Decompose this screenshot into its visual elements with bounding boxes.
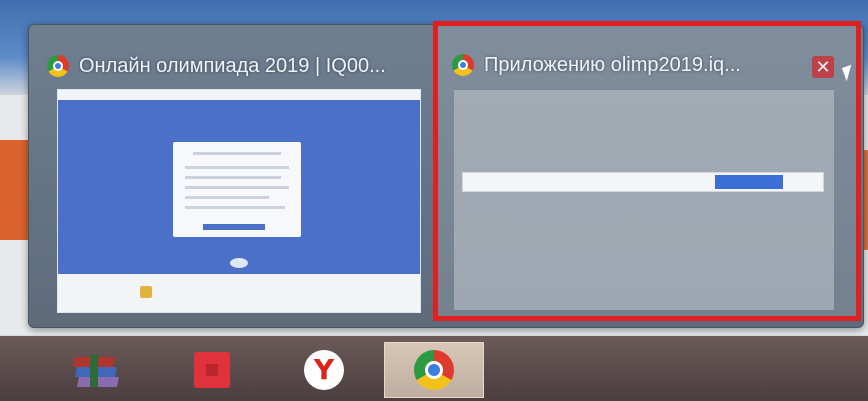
chrome-icon: [452, 54, 474, 76]
chrome-icon: [47, 55, 69, 77]
chrome-icon: [414, 350, 454, 390]
taskbar-item-yandex[interactable]: Y: [292, 342, 356, 398]
thumbnail-header: Онлайн олимпиада 2019 | IQ00...: [47, 51, 425, 81]
taskbar-item-winrar[interactable]: [62, 342, 126, 398]
red-square-icon: [194, 352, 230, 388]
preview-footer-icon: [140, 286, 152, 298]
window-preview: [454, 90, 834, 310]
thumbnail-title: Приложению olimp2019.iq...: [484, 53, 741, 76]
preview-login-card: [173, 142, 301, 237]
taskbar-thumbnail-popup: Онлайн олимпиада 2019 | IQ00... Приложен…: [28, 21, 864, 328]
desktop-orange-element: [0, 140, 28, 240]
preview-logo: [230, 258, 248, 268]
window-thumbnail-2[interactable]: Приложению olimp2019.iq... ✕: [433, 21, 861, 321]
taskbar-item-chrome[interactable]: [384, 342, 484, 398]
preview-search-bar: [462, 172, 824, 192]
thumbnail-title: Онлайн олимпиада 2019 | IQ00...: [79, 54, 386, 77]
taskbar: Y: [0, 336, 868, 401]
taskbar-item-red-app[interactable]: [180, 342, 244, 398]
window-preview: [57, 89, 421, 313]
yandex-icon: Y: [304, 350, 344, 390]
preview-browser-bar: [58, 90, 420, 100]
window-thumbnail-1[interactable]: Онлайн олимпиада 2019 | IQ00...: [37, 25, 435, 327]
preview-footer: [58, 274, 420, 312]
preview-search-button: [715, 175, 783, 189]
close-icon[interactable]: ✕: [812, 56, 834, 78]
thumbnail-header: Приложению olimp2019.iq...: [452, 50, 846, 80]
winrar-icon: [72, 351, 119, 389]
preview-button: [203, 224, 265, 230]
